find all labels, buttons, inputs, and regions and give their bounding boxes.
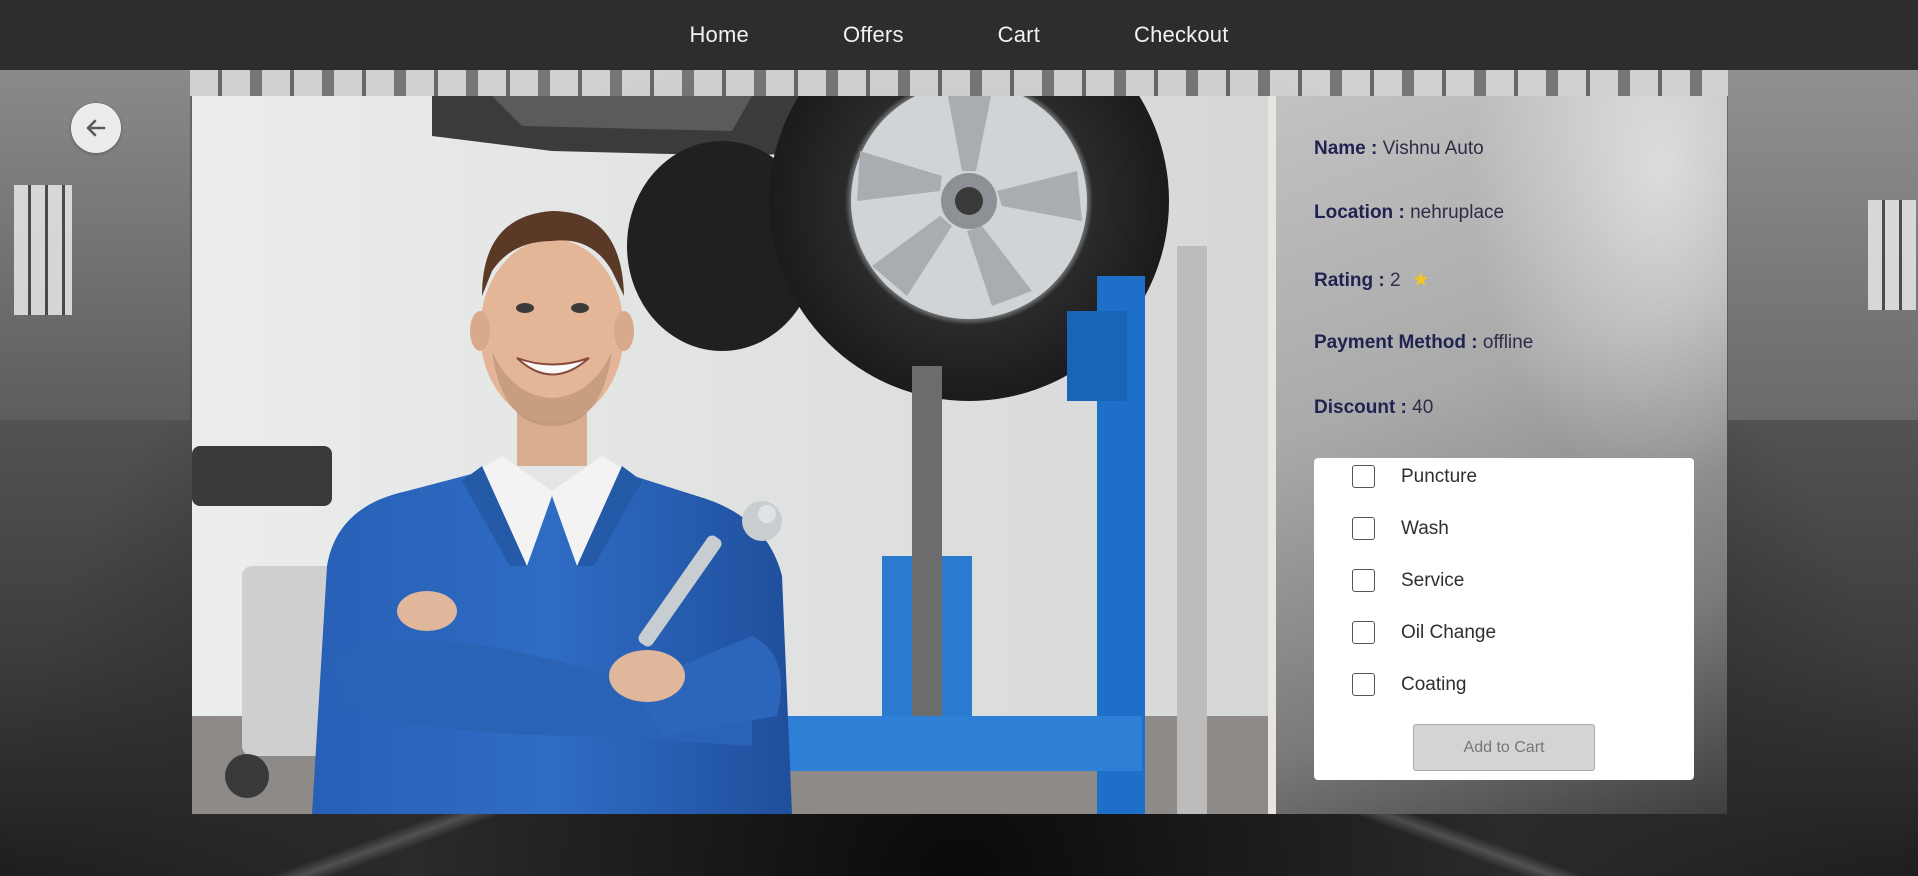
nav-checkout[interactable]: Checkout (1134, 22, 1229, 48)
discount-row: Discount : 40 (1314, 397, 1433, 419)
service-label: Puncture (1401, 465, 1478, 487)
mechanic-illustration (192, 96, 1268, 814)
service-checkbox[interactable] (1352, 569, 1375, 592)
service-option-service[interactable]: Service (1352, 569, 1464, 592)
shop-card: Name : Vishnu Auto Location : nehruplace… (192, 96, 1727, 814)
rating-row: Rating : 2 ★ (1314, 267, 1430, 292)
wash-checkbox[interactable] (1352, 517, 1375, 540)
puncture-checkbox[interactable] (1352, 465, 1375, 488)
background-window-right (1868, 200, 1916, 310)
service-option-coating[interactable]: Coating (1352, 673, 1467, 696)
location-label: Location : (1314, 202, 1405, 223)
service-label: Wash (1401, 517, 1449, 539)
divider-strip (1268, 96, 1276, 814)
service-option-oil-change[interactable]: Oil Change (1352, 621, 1496, 644)
services-panel: Puncture Wash Service Oil Change Coating… (1314, 458, 1694, 780)
service-label: Oil Change (1401, 621, 1497, 643)
name-row: Name : Vishnu Auto (1314, 138, 1484, 160)
nav-offers[interactable]: Offers (843, 22, 904, 48)
rating-label: Rating : (1314, 270, 1385, 291)
service-option-puncture[interactable]: Puncture (1352, 465, 1477, 488)
mechanic-photo (192, 96, 1268, 814)
nav-home[interactable]: Home (689, 22, 749, 48)
navbar: Home Offers Cart Checkout (0, 0, 1918, 70)
background-window-left (14, 185, 72, 315)
location-row: Location : nehruplace (1314, 202, 1504, 224)
background-top-windows (190, 70, 1728, 96)
name-label: Name : (1314, 138, 1378, 159)
oil-change-checkbox[interactable] (1352, 621, 1375, 644)
star-icon: ★ (1411, 269, 1430, 291)
back-button[interactable] (71, 103, 121, 153)
shop-rating: 2 (1390, 270, 1401, 291)
discount-label: Discount : (1314, 397, 1407, 418)
shop-info-panel: Name : Vishnu Auto Location : nehruplace… (1276, 96, 1727, 814)
add-to-cart-button[interactable]: Add to Cart (1413, 724, 1595, 771)
service-label: Coating (1401, 673, 1467, 695)
arrow-left-icon (86, 119, 106, 137)
service-option-wash[interactable]: Wash (1352, 517, 1449, 540)
shop-location: nehruplace (1410, 202, 1505, 223)
shop-discount: 40 (1412, 397, 1434, 418)
shop-name: Vishnu Auto (1382, 138, 1484, 159)
shop-payment: offline (1482, 332, 1534, 353)
coating-checkbox[interactable] (1352, 673, 1375, 696)
service-label: Service (1401, 569, 1465, 591)
payment-label: Payment Method : (1314, 332, 1478, 353)
nav-cart[interactable]: Cart (998, 22, 1040, 48)
payment-row: Payment Method : offline (1314, 332, 1533, 354)
